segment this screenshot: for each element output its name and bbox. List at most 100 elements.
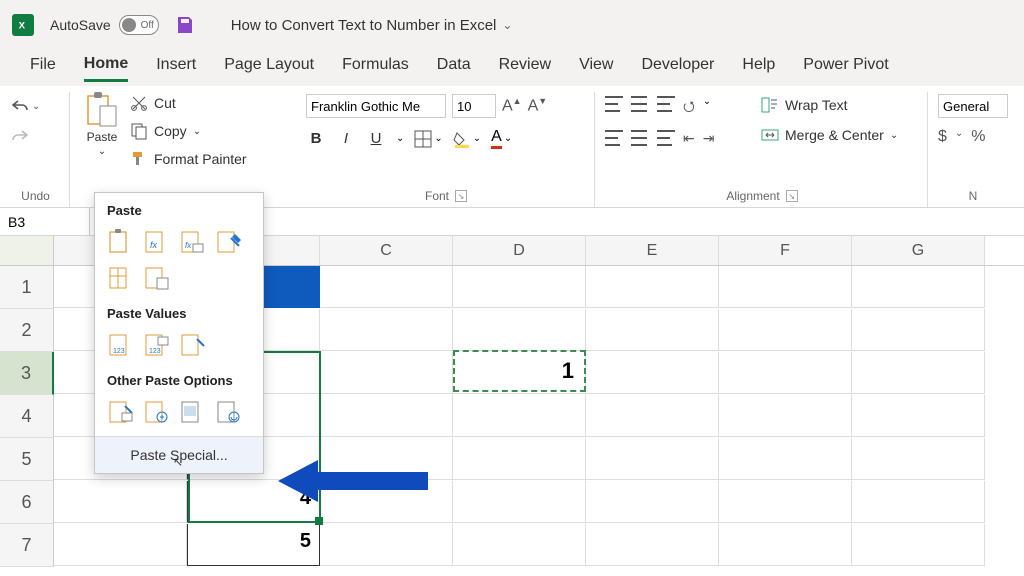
orientation-button[interactable]: ⭯ [683, 96, 695, 120]
paste-values-icon[interactable]: 123 [143, 331, 171, 359]
align-center-button[interactable] [631, 130, 649, 146]
paintbrush-icon [130, 150, 148, 168]
chevron-down-icon[interactable]: ⌄ [193, 126, 201, 137]
redo-button[interactable] [10, 126, 46, 146]
paste-option-icon[interactable]: fx [143, 228, 171, 256]
tab-help[interactable]: Help [742, 56, 775, 80]
chevron-down-icon[interactable]: ⌄ [32, 101, 40, 112]
copy-button[interactable]: Copy ⌄ [130, 120, 247, 142]
align-top-button[interactable] [605, 96, 623, 112]
paste-special-menu-item[interactable]: Paste Special... ↖ [95, 436, 263, 473]
italic-button[interactable]: I [336, 130, 356, 147]
copy-icon [130, 122, 148, 140]
chevron-down-icon[interactable]: ⌄ [396, 133, 404, 144]
tab-developer[interactable]: Developer [641, 56, 714, 80]
group-label-font: Font [425, 189, 449, 203]
paste-other-icon[interactable] [179, 398, 207, 426]
tab-data[interactable]: Data [437, 56, 471, 80]
document-title[interactable]: How to Convert Text to Number in Excel [231, 17, 497, 34]
paste-other-icon[interactable] [107, 398, 135, 426]
tab-power-pivot[interactable]: Power Pivot [803, 56, 888, 80]
number-format-select[interactable] [938, 94, 1008, 118]
tab-page-layout[interactable]: Page Layout [224, 56, 314, 80]
paste-section-header: Paste [95, 199, 263, 222]
cursor-icon: ↖ [173, 455, 183, 469]
font-color-button[interactable]: A⌄ [491, 128, 512, 149]
cell[interactable]: 5 [187, 524, 320, 566]
tab-review[interactable]: Review [499, 56, 551, 80]
chevron-down-icon[interactable]: ⌄ [98, 146, 106, 157]
paste-option-icon[interactable] [107, 228, 135, 256]
dialog-launcher-icon[interactable]: ↘ [786, 190, 798, 202]
align-middle-button[interactable] [631, 96, 649, 112]
paste-other-icon[interactable] [215, 398, 243, 426]
autosave-label: AutoSave [50, 17, 111, 33]
decrease-font-button[interactable]: A▼ [528, 96, 548, 115]
excel-app-icon: X [12, 14, 34, 36]
increase-font-button[interactable]: A▲ [502, 96, 522, 115]
save-icon[interactable] [175, 15, 195, 35]
decrease-indent-button[interactable]: ⇤ [683, 130, 695, 147]
tab-formulas[interactable]: Formulas [342, 56, 409, 80]
dialog-launcher-icon[interactable]: ↘ [455, 190, 467, 202]
fill-color-button[interactable]: ⌄ [453, 130, 481, 148]
column-header[interactable]: E [586, 236, 719, 265]
paste-values-icon[interactable] [179, 331, 207, 359]
align-left-button[interactable] [605, 130, 623, 146]
tab-home[interactable]: Home [84, 55, 128, 82]
underline-button[interactable]: U [366, 130, 386, 147]
scissors-icon [130, 94, 148, 112]
row-header[interactable]: 6 [0, 481, 54, 524]
select-all-corner[interactable] [0, 236, 54, 265]
wrap-text-button[interactable]: Wrap Text [761, 96, 919, 114]
svg-text:fx: fx [150, 240, 158, 250]
paste-option-icon[interactable] [215, 228, 243, 256]
tab-view[interactable]: View [579, 56, 613, 80]
row-header[interactable]: 5 [0, 438, 54, 481]
row-header[interactable]: 3 [0, 352, 54, 395]
tab-file[interactable]: File [30, 56, 56, 80]
copy-marquee: 1 [453, 350, 586, 392]
paste-values-icon[interactable]: 123 [107, 331, 135, 359]
svg-text:X: X [19, 21, 26, 32]
font-size-select[interactable] [452, 94, 496, 118]
wrap-text-icon [761, 96, 779, 114]
paste-option-icon[interactable]: fx [179, 228, 207, 256]
column-header[interactable]: F [719, 236, 852, 265]
column-header[interactable]: C [320, 236, 453, 265]
format-painter-button[interactable]: Format Painter [130, 148, 247, 170]
merge-center-button[interactable]: Merge & Center ⌄ [761, 126, 919, 144]
bold-button[interactable]: B [306, 130, 326, 147]
row-header[interactable]: 2 [0, 309, 54, 352]
paste-section-header: Other Paste Options [95, 369, 263, 392]
row-header[interactable]: 1 [0, 266, 54, 309]
paste-button[interactable]: Paste ⌄ [80, 92, 124, 170]
font-name-select[interactable] [306, 94, 446, 118]
column-header[interactable]: D [453, 236, 586, 265]
increase-indent-button[interactable]: ⇥ [703, 130, 715, 147]
row-header[interactable]: 7 [0, 524, 54, 567]
autosave-toggle[interactable]: Off [119, 15, 159, 35]
svg-text:fx: fx [185, 241, 192, 250]
undo-button[interactable]: ⌄ [10, 96, 46, 116]
chevron-down-icon[interactable]: ⌄ [502, 18, 512, 32]
paste-other-icon[interactable] [143, 398, 171, 426]
paste-section-header: Paste Values [95, 302, 263, 325]
align-bottom-button[interactable] [657, 96, 675, 112]
paste-option-icon[interactable] [143, 264, 171, 292]
column-header[interactable]: G [852, 236, 985, 265]
align-right-button[interactable] [657, 130, 675, 146]
tab-insert[interactable]: Insert [156, 56, 196, 80]
borders-button[interactable]: ⌄ [414, 130, 442, 148]
name-box[interactable]: B3 [0, 208, 90, 235]
accounting-format-button[interactable]: $ [938, 128, 947, 146]
merge-icon [761, 126, 779, 144]
svg-text:123: 123 [113, 348, 125, 355]
group-label-alignment: Alignment [726, 189, 779, 203]
cut-button[interactable]: Cut [130, 92, 247, 114]
chevron-down-icon[interactable]: ⌄ [890, 130, 898, 141]
percent-format-button[interactable]: % [971, 128, 985, 146]
paste-option-icon[interactable] [107, 264, 135, 292]
row-header[interactable]: 4 [0, 395, 54, 438]
group-label-number: N [969, 189, 978, 203]
